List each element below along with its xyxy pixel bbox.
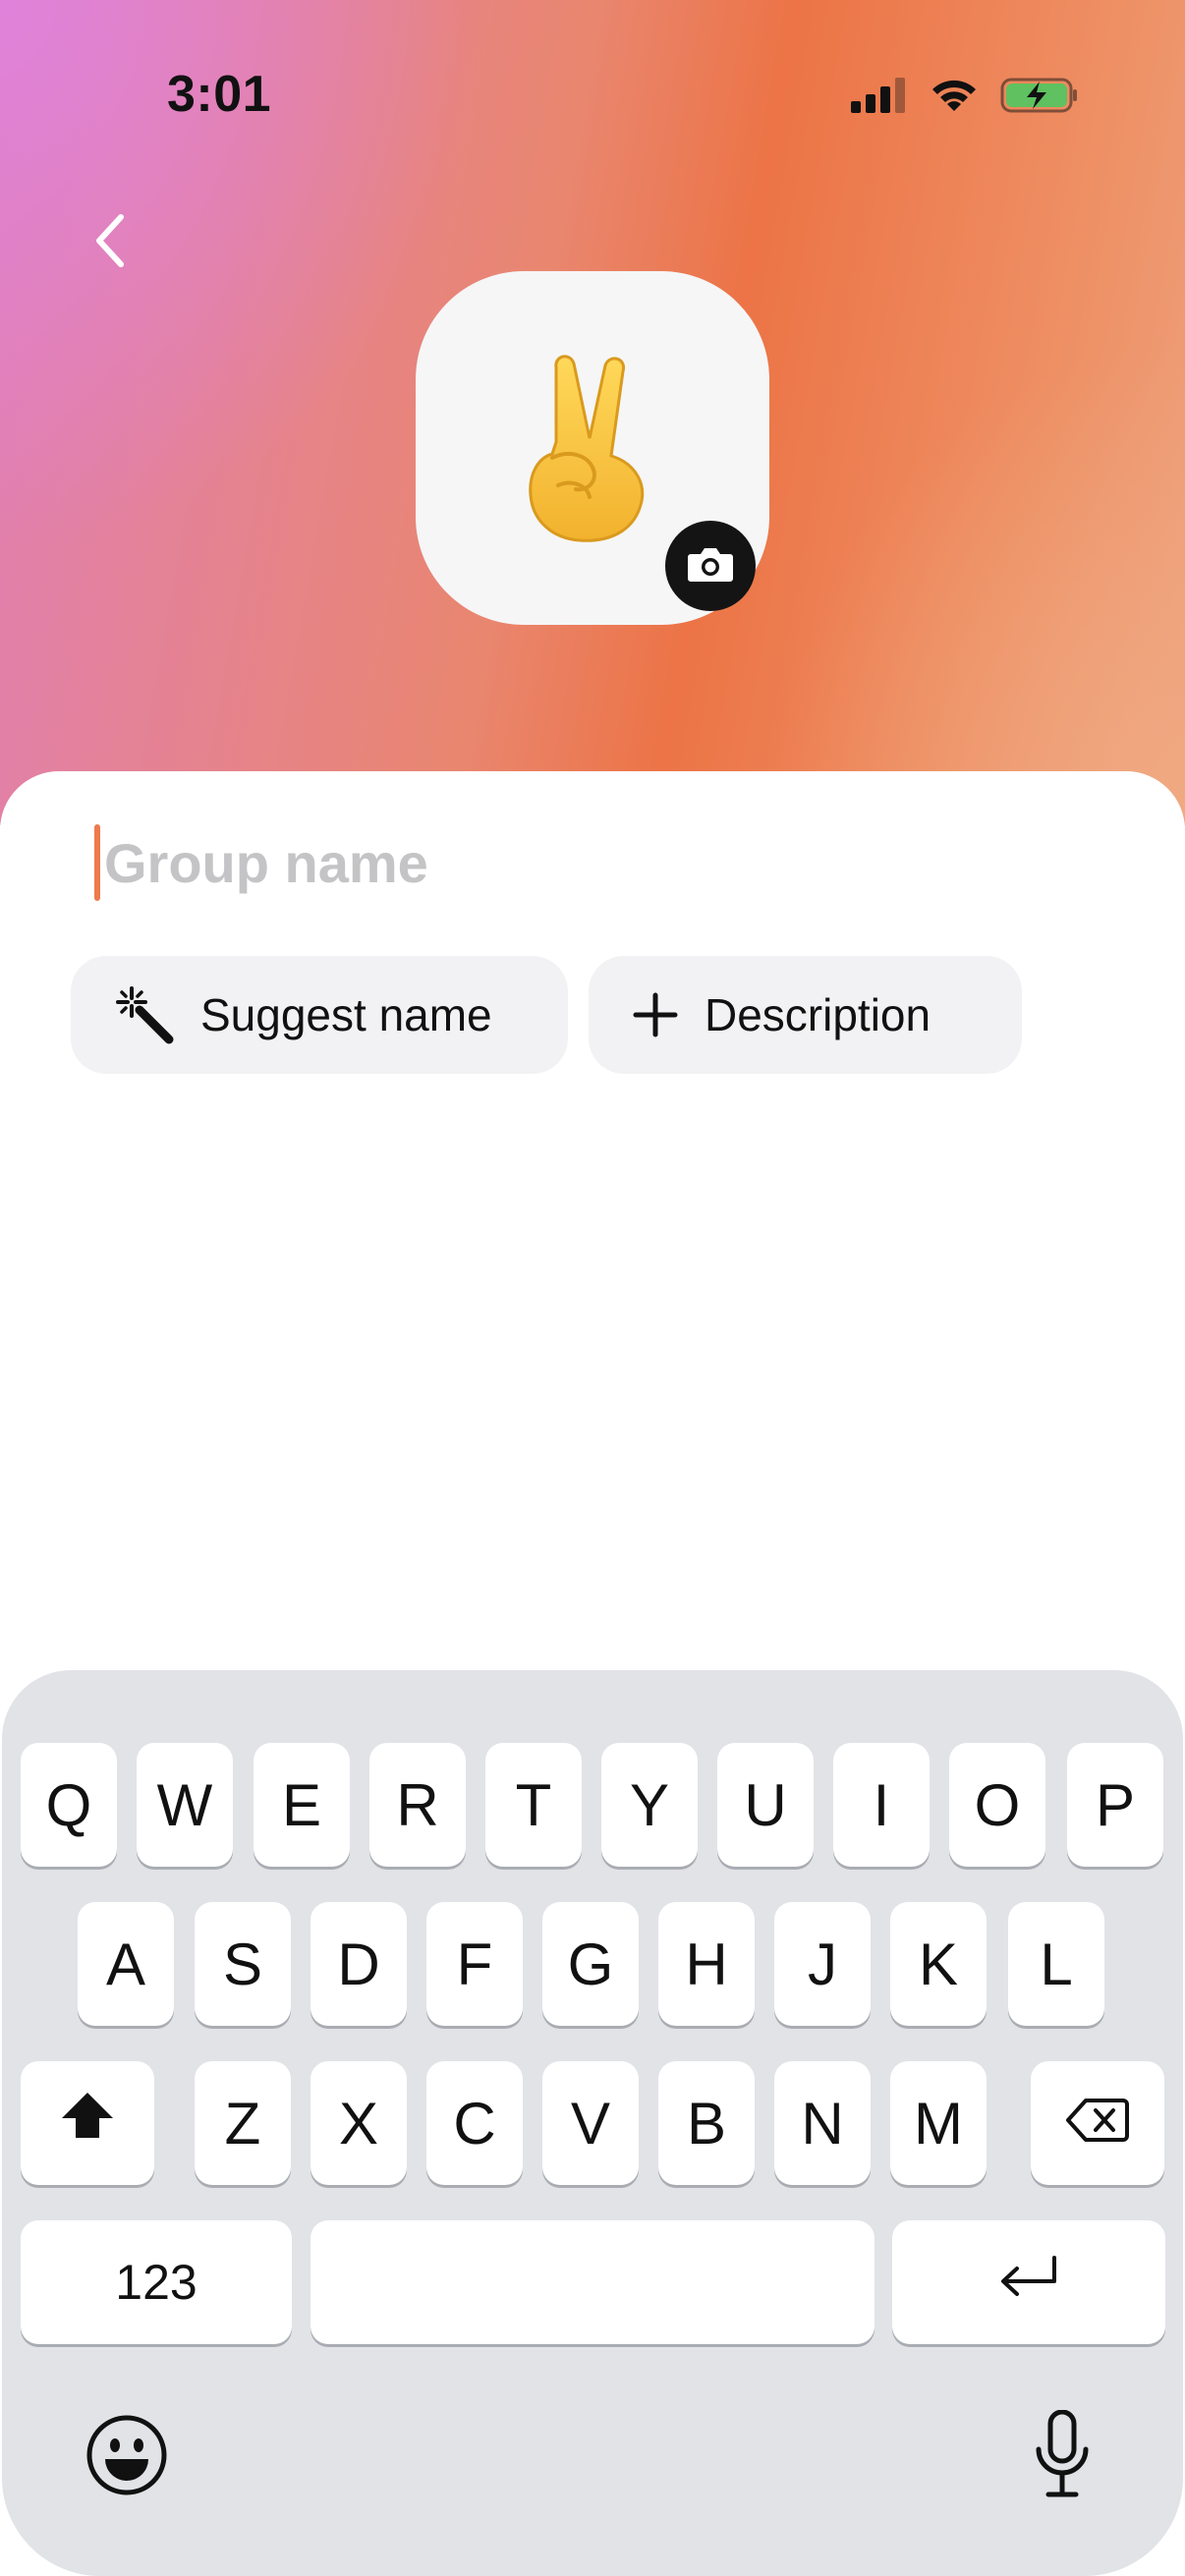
text-caret bbox=[94, 824, 100, 901]
status-icons bbox=[851, 73, 1079, 122]
key-z[interactable]: Z bbox=[195, 2061, 291, 2185]
key-j[interactable]: J bbox=[774, 1902, 871, 2026]
camera-icon bbox=[687, 544, 734, 588]
key-w[interactable]: W bbox=[137, 1743, 233, 1867]
return-key[interactable] bbox=[892, 2220, 1165, 2344]
key-b[interactable]: B bbox=[658, 2061, 755, 2185]
numbers-key[interactable]: 123 bbox=[21, 2220, 292, 2344]
key-y[interactable]: Y bbox=[601, 1743, 698, 1867]
group-name-input[interactable] bbox=[104, 830, 988, 895]
add-description-button[interactable]: Description bbox=[589, 956, 1022, 1074]
suggest-name-button[interactable]: Suggest name bbox=[71, 956, 568, 1074]
dictation-button[interactable] bbox=[1018, 2409, 1106, 2503]
key-n[interactable]: N bbox=[774, 2061, 871, 2185]
emoji-icon bbox=[85, 2414, 168, 2501]
key-t[interactable]: T bbox=[485, 1743, 582, 1867]
group-name-field[interactable] bbox=[94, 823, 988, 902]
status-time: 3:01 bbox=[167, 66, 272, 123]
suggest-name-label: Suggest name bbox=[200, 989, 492, 1040]
backspace-key[interactable] bbox=[1031, 2061, 1164, 2185]
key-c[interactable]: C bbox=[426, 2061, 523, 2185]
key-a[interactable]: A bbox=[78, 1902, 174, 2026]
key-g[interactable]: G bbox=[542, 1902, 639, 2026]
shift-icon bbox=[58, 2089, 117, 2157]
magic-wand-icon bbox=[114, 984, 175, 1045]
key-o[interactable]: O bbox=[949, 1743, 1045, 1867]
key-r[interactable]: R bbox=[369, 1743, 466, 1867]
key-i[interactable]: I bbox=[833, 1743, 930, 1867]
key-x[interactable]: X bbox=[310, 2061, 407, 2185]
key-l[interactable]: L bbox=[1008, 1902, 1104, 2026]
wifi-icon bbox=[928, 76, 981, 120]
key-s[interactable]: S bbox=[195, 1902, 291, 2026]
key-v[interactable]: V bbox=[542, 2061, 639, 2185]
back-button[interactable] bbox=[81, 208, 140, 277]
key-d[interactable]: D bbox=[310, 1902, 407, 2026]
return-icon bbox=[997, 2249, 1060, 2317]
microphone-icon bbox=[1033, 2409, 1092, 2503]
battery-charging-icon bbox=[1000, 76, 1079, 120]
key-q[interactable]: Q bbox=[21, 1743, 117, 1867]
plus-icon bbox=[632, 991, 679, 1038]
space-key[interactable] bbox=[310, 2220, 875, 2344]
key-p[interactable]: P bbox=[1067, 1743, 1163, 1867]
add-description-label: Description bbox=[705, 989, 931, 1040]
key-e[interactable]: E bbox=[254, 1743, 350, 1867]
victory-hand-emoji bbox=[519, 348, 666, 549]
emoji-keyboard-button[interactable] bbox=[83, 2413, 171, 2501]
key-u[interactable]: U bbox=[717, 1743, 814, 1867]
chevron-left-icon bbox=[93, 213, 127, 273]
keyboard: Q W E R T Y U I O P A S D F G H J K L Z … bbox=[2, 1670, 1183, 2576]
change-photo-button[interactable] bbox=[665, 521, 756, 611]
shift-key[interactable] bbox=[21, 2061, 154, 2185]
key-m[interactable]: M bbox=[890, 2061, 987, 2185]
key-f[interactable]: F bbox=[426, 1902, 523, 2026]
key-k[interactable]: K bbox=[890, 1902, 987, 2026]
key-h[interactable]: H bbox=[658, 1902, 755, 2026]
backspace-icon bbox=[1066, 2090, 1129, 2157]
cellular-signal-icon bbox=[851, 76, 908, 120]
